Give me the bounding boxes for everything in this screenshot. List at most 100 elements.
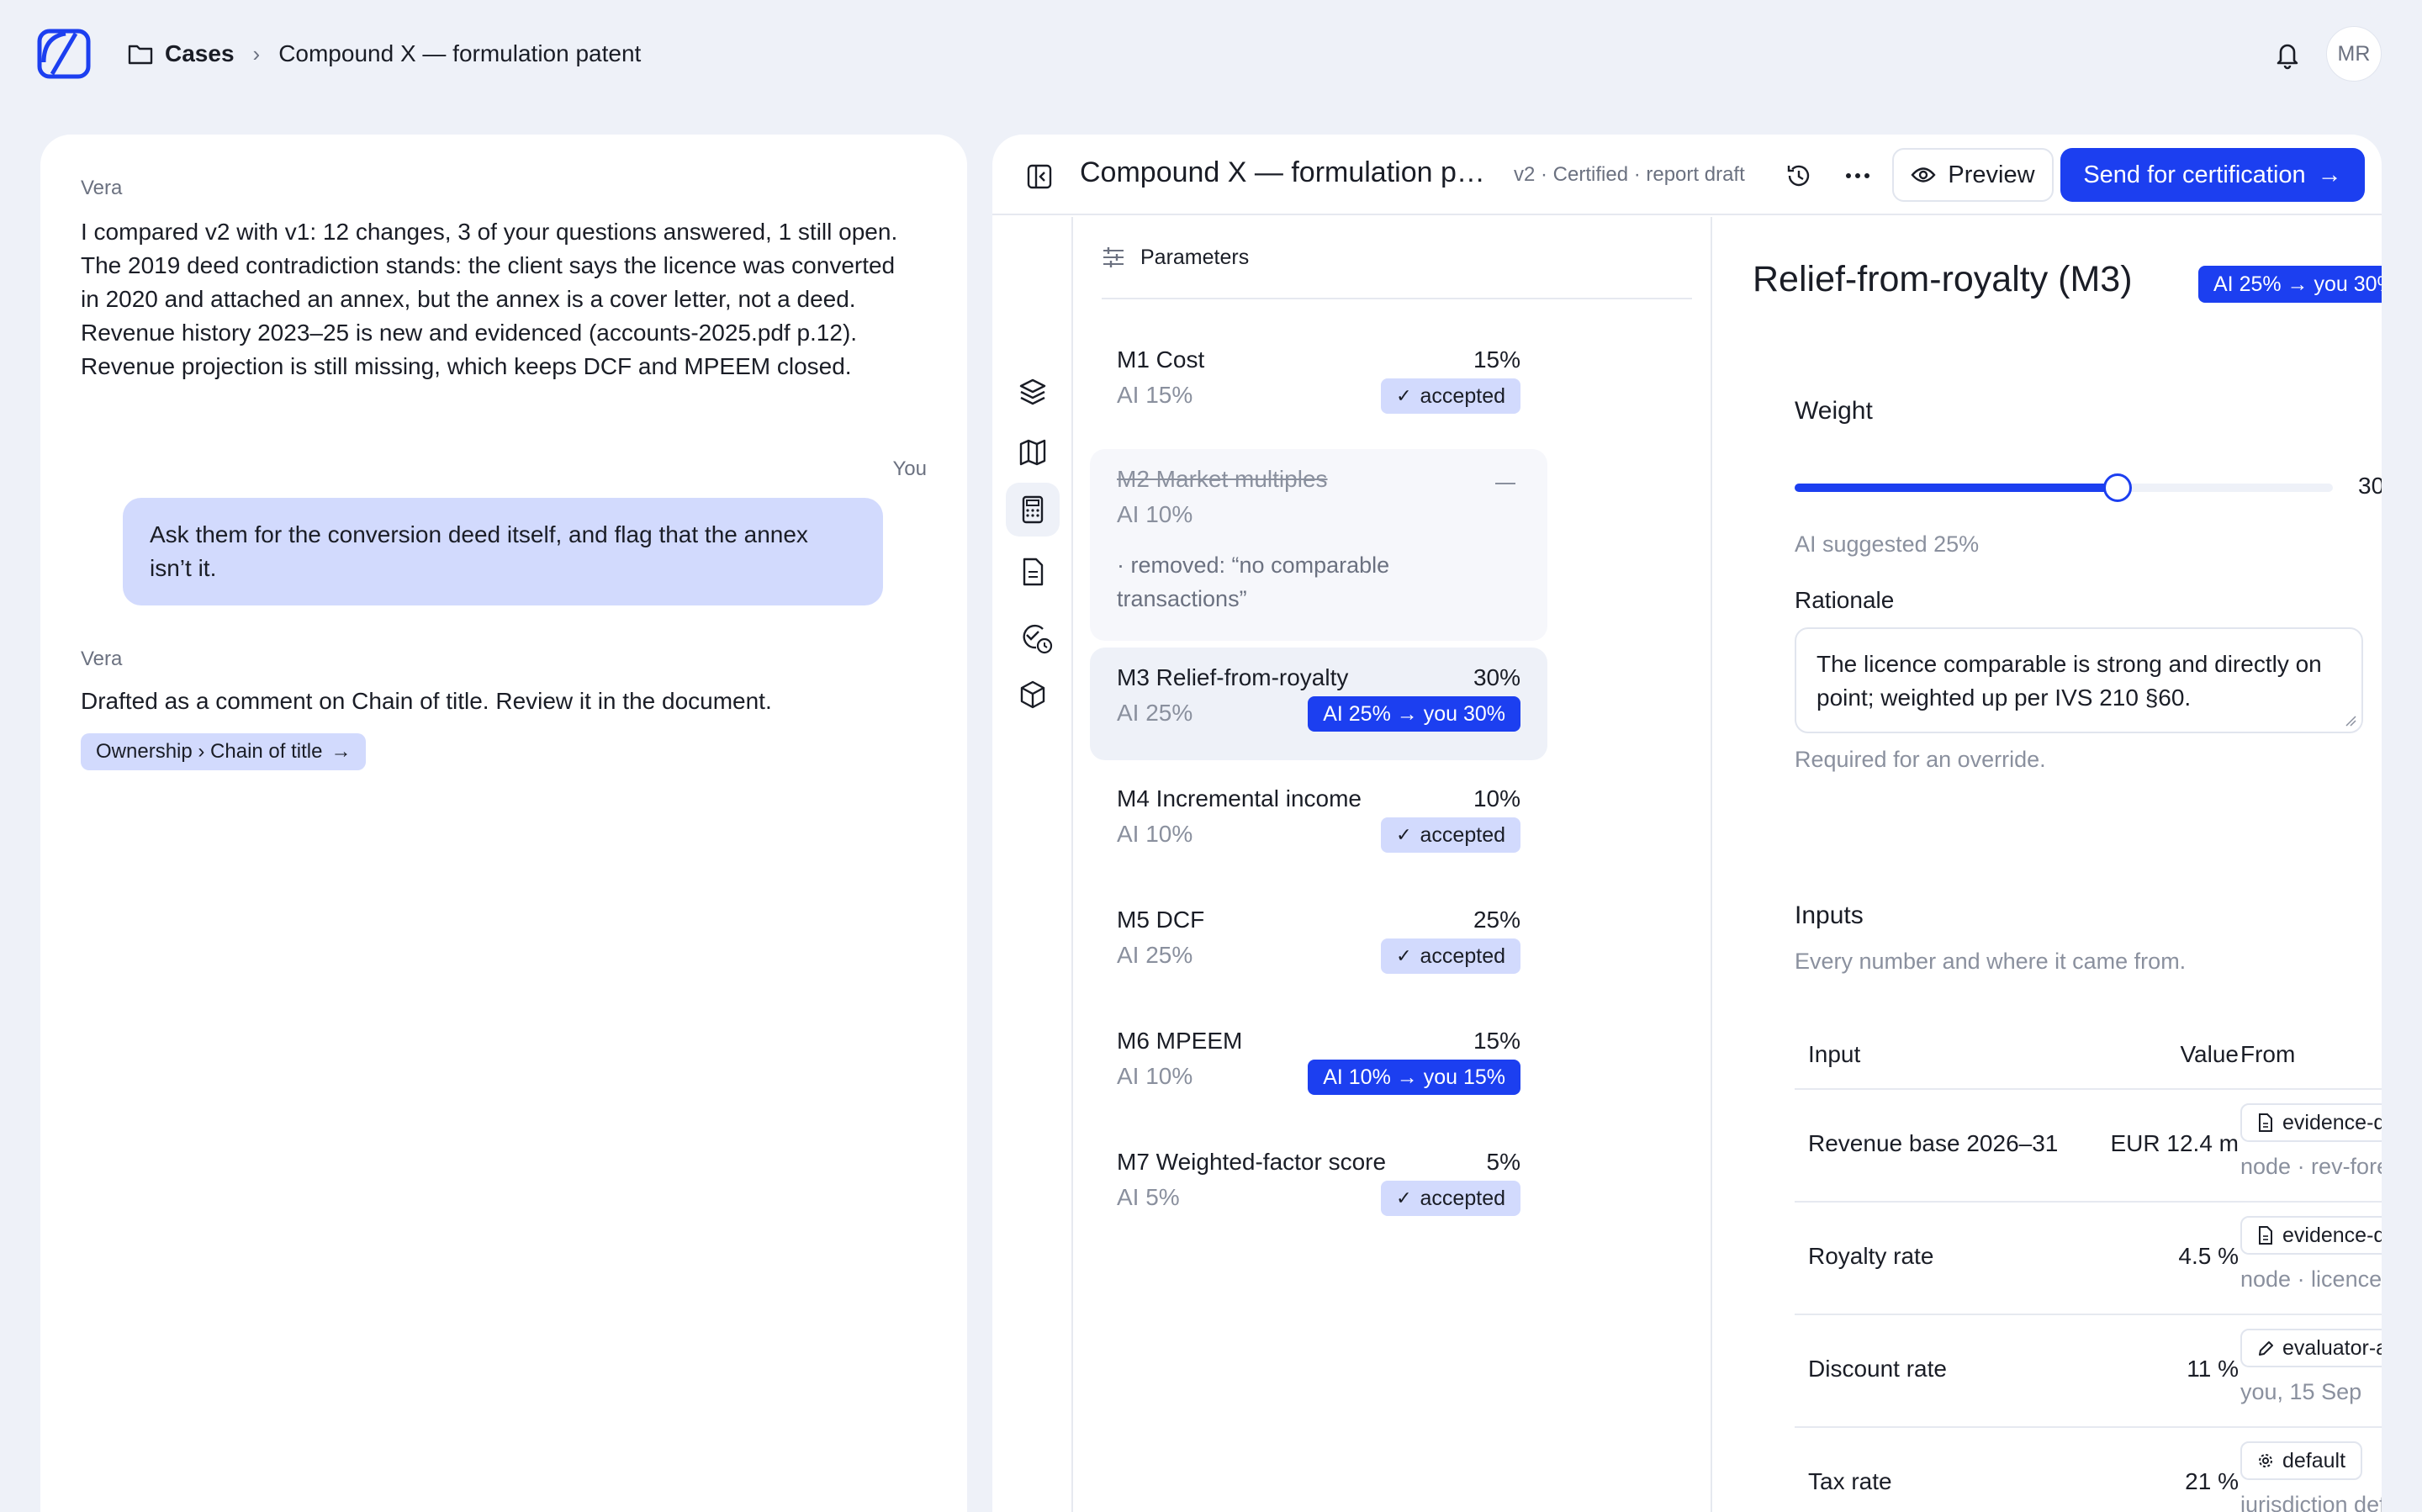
sliders-icon — [1103, 247, 1124, 267]
weight-slider-fill — [1795, 484, 2118, 492]
document-version-meta: v2 · Certified · report draft — [1514, 163, 1745, 186]
check-icon: ✓ — [1396, 824, 1412, 845]
breadcrumb-current: Compound X — formulation patent — [278, 40, 642, 66]
badge-label: accepted — [1420, 1186, 1505, 1210]
parameter-name: M6 MPEEM — [1117, 1028, 1243, 1054]
chip-label: Ownership › Chain of title — [96, 740, 323, 763]
table-divider — [1795, 1088, 2382, 1090]
parameter-name: M4 Incremental income — [1117, 785, 1362, 812]
parameter-ai-weight: AI 25% — [1117, 942, 1193, 968]
package-icon[interactable] — [1018, 679, 1048, 710]
badge-label: accepted — [1420, 383, 1505, 408]
parameters-column: Parameters M1 Cost 15% AI 15% ✓ accepted … — [1073, 217, 1712, 1512]
badge-label: accepted — [1420, 944, 1505, 968]
badge-label: accepted — [1420, 822, 1505, 847]
document-panel: Compound X — formulation pat... v2 · Cer… — [992, 135, 2382, 1512]
column-header-from: From — [2240, 1041, 2296, 1067]
parameter-ai-weight: AI 10% — [1117, 1063, 1193, 1089]
source-badge[interactable]: default — [2240, 1441, 2363, 1480]
parameter-ai-weight: AI 10% — [1117, 501, 1193, 527]
parameter-weight: 15% — [1473, 1028, 1520, 1054]
rationale-textarea[interactable]: The licence comparable is strong and dir… — [1795, 627, 2363, 733]
bell-icon[interactable] — [2271, 37, 2304, 71]
user-message-text: Ask them for the conversion deed itself,… — [150, 521, 808, 581]
source-origin: node · licence-acme p.1 — [2240, 1266, 2382, 1292]
rationale-label: Rationale — [1795, 587, 1895, 613]
chevron-right-icon: › — [252, 40, 261, 66]
source-origin: jurisdiction default PT — [2240, 1492, 2382, 1512]
preview-button[interactable]: Preview — [1892, 148, 2054, 202]
accepted-badge: ✓ accepted — [1381, 938, 1520, 974]
parameter-card-m2[interactable]: M2 Market multiples AI 10% · removed: “n… — [1090, 449, 1547, 641]
source-label: evidence-derived — [2282, 1223, 2382, 1247]
source-badge[interactable]: evidence-derived — [2240, 1103, 2382, 1142]
parameter-name: M1 Cost — [1117, 346, 1205, 373]
override-badge: AI 10% → you 15% — [1308, 1060, 1520, 1095]
arrow-right-icon: → — [331, 740, 352, 763]
override-badge: AI 25% → you 30% — [1308, 696, 1520, 732]
document-icon — [2259, 1226, 2272, 1245]
ai-suggested-note: AI suggested 25% — [1795, 531, 1980, 557]
preview-label: Preview — [1948, 161, 2035, 188]
send-for-certification-button[interactable]: Send for certification → — [2060, 148, 2365, 202]
source-badge[interactable]: evaluator-asserted — [2240, 1329, 2382, 1367]
parameter-ai-weight: AI 15% — [1117, 382, 1193, 408]
check-clock-icon[interactable] — [1018, 619, 1055, 656]
more-options-icon[interactable] — [1845, 172, 1870, 180]
breadcrumb-cases-link[interactable]: Cases — [165, 40, 235, 67]
parameter-name: M5 DCF — [1117, 907, 1205, 933]
breadcrumb: Cases › Compound X — formulation patent — [128, 37, 641, 71]
parameter-ai-weight: AI 5% — [1117, 1184, 1180, 1210]
parameter-detail: Relief-from-royalty (M3) AI 25% → you 30… — [1714, 217, 2382, 1512]
parameter-weight: 30% — [1473, 664, 1520, 690]
map-icon[interactable] — [1018, 437, 1048, 468]
source-label: evidence-derived — [2282, 1110, 2382, 1134]
user-message-bubble: Ask them for the conversion deed itself,… — [123, 498, 883, 605]
calculator-icon[interactable] — [1018, 494, 1048, 525]
document-icon — [2259, 1113, 2272, 1132]
parameter-card-m4[interactable]: M4 Incremental income 10% AI 10% ✓ accept… — [1090, 769, 1547, 881]
source-label: default — [2282, 1448, 2346, 1472]
parameters-header: Parameters — [1102, 217, 1692, 299]
layers-icon[interactable] — [1018, 377, 1048, 407]
history-icon[interactable] — [1785, 161, 1813, 190]
tool-rail — [992, 217, 1073, 1512]
resize-grip-icon[interactable] — [2345, 715, 2356, 727]
avatar[interactable]: MR — [2326, 26, 2382, 82]
chat-panel: Vera I compared v2 with v1: 12 changes, … — [40, 135, 967, 1512]
table-divider — [1795, 1426, 2382, 1428]
parameter-card-m5[interactable]: M5 DCF 25% AI 25% ✓ accepted — [1090, 890, 1547, 1002]
message-author-you: You — [892, 457, 928, 480]
weight-slider-handle[interactable] — [2103, 473, 2132, 502]
rationale-hint: Required for an override. — [1795, 747, 2046, 772]
weight-slider[interactable] — [1795, 473, 2333, 502]
chain-of-title-link[interactable]: Ownership › Chain of title → — [81, 733, 367, 770]
parameter-weight: 25% — [1473, 907, 1520, 933]
accepted-badge: ✓ accepted — [1381, 378, 1520, 414]
override-badge: AI 25% → you 30% — [2198, 266, 2382, 303]
gear-icon — [2259, 1454, 2272, 1467]
folder-icon — [128, 45, 153, 65]
rationale-text: The licence comparable is strong and dir… — [1816, 651, 2322, 711]
parameter-name: M7 Weighted-factor score — [1117, 1149, 1387, 1175]
sidebar-collapse-icon[interactable] — [1026, 163, 1053, 190]
source-badge[interactable]: evidence-derived — [2240, 1216, 2382, 1255]
message-author: Vera — [81, 177, 123, 199]
removed-note: · removed: “no comparable transactions” — [1117, 552, 1390, 611]
message-author: Vera — [81, 648, 123, 670]
parameter-card-m1[interactable]: M1 Cost 15% AI 15% ✓ accepted — [1090, 330, 1547, 442]
parameter-weight: 5% — [1486, 1149, 1520, 1175]
minus-icon — [1495, 483, 1515, 484]
top-bar: Cases › Compound X — formulation patent … — [0, 0, 2422, 108]
check-icon: ✓ — [1396, 945, 1412, 966]
parameter-card-m6[interactable]: M6 MPEEM 15% AI 10% AI 10% → you 15% — [1090, 1011, 1547, 1123]
parameter-weight: 15% — [1473, 346, 1520, 373]
app-logo-icon[interactable] — [37, 29, 91, 79]
parameter-ai-weight: AI 10% — [1117, 821, 1193, 847]
assistant-message: Drafted as a comment on Chain of title. … — [81, 688, 772, 714]
document-title: Compound X — formulation pat... — [1080, 156, 1492, 188]
parameter-card-m3[interactable]: M3 Relief-from-royalty 30% AI 25% AI 25%… — [1090, 648, 1547, 760]
parameter-card-m7[interactable]: M7 Weighted-factor score 5% AI 5% ✓ accep… — [1090, 1132, 1547, 1245]
accepted-badge: ✓ accepted — [1381, 817, 1520, 853]
document-icon[interactable] — [1018, 557, 1048, 587]
